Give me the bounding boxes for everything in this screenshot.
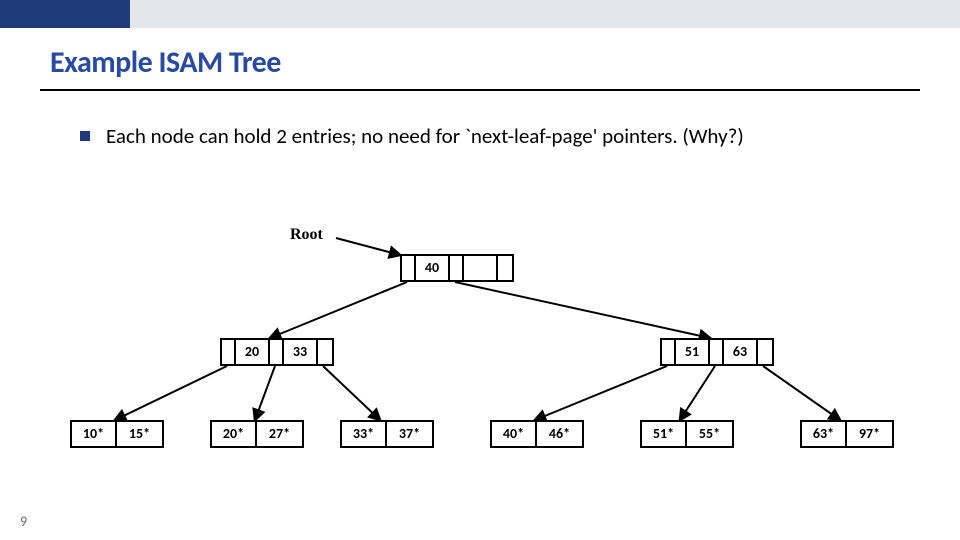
leaf-key: 33* — [342, 422, 387, 446]
page-number: 9 — [20, 513, 27, 530]
node-key: 51 — [676, 340, 710, 364]
internal-node: 51 63 — [660, 338, 774, 366]
bullet-text: Each node can hold 2 entries; no need fo… — [106, 123, 744, 149]
leaf-node: 51* 55* — [640, 420, 734, 448]
node-pointer — [318, 340, 332, 364]
node-pointer — [662, 340, 676, 364]
leaf-key: 55* — [687, 422, 732, 446]
leaf-node: 10* 15* — [70, 420, 164, 448]
node-pointer — [710, 340, 724, 364]
leaf-node: 63* 97* — [800, 420, 894, 448]
node-key: 40 — [416, 256, 450, 280]
tree-diagram: Root 40 20 33 — [40, 220, 920, 480]
bullet-item: Each node can hold 2 entries; no need fo… — [80, 123, 900, 149]
internal-node: 20 33 — [220, 338, 334, 366]
leaf-node: 20* 27* — [210, 420, 304, 448]
leaf-key: 27* — [257, 422, 302, 446]
node-pointer — [450, 256, 464, 280]
title-rule — [40, 89, 920, 91]
leaf-node: 40* 46* — [490, 420, 584, 448]
leaf-node: 33* 37* — [340, 420, 434, 448]
node-pointer — [270, 340, 284, 364]
node-key: 20 — [236, 340, 270, 364]
leaf-key: 63* — [802, 422, 847, 446]
slide-title: Example ISAM Tree — [50, 44, 910, 81]
node-pointer — [402, 256, 416, 280]
node-pointer — [498, 256, 512, 280]
top-bar — [0, 0, 960, 28]
leaf-key: 10* — [72, 422, 117, 446]
node-key: 33 — [284, 340, 318, 364]
node-pointer — [758, 340, 772, 364]
leaf-key: 37* — [387, 422, 432, 446]
leaf-key: 97* — [847, 422, 892, 446]
root-node: 40 — [400, 254, 514, 282]
leaf-key: 40* — [492, 422, 537, 446]
leaf-key: 15* — [117, 422, 162, 446]
root-label: Root — [290, 226, 323, 244]
bullet-icon — [80, 131, 90, 141]
node-key: 63 — [724, 340, 758, 364]
node-key — [464, 256, 498, 280]
leaf-key: 20* — [212, 422, 257, 446]
node-pointer — [222, 340, 236, 364]
top-bar-accent — [0, 0, 130, 28]
leaf-key: 51* — [642, 422, 687, 446]
leaf-key: 46* — [537, 422, 582, 446]
